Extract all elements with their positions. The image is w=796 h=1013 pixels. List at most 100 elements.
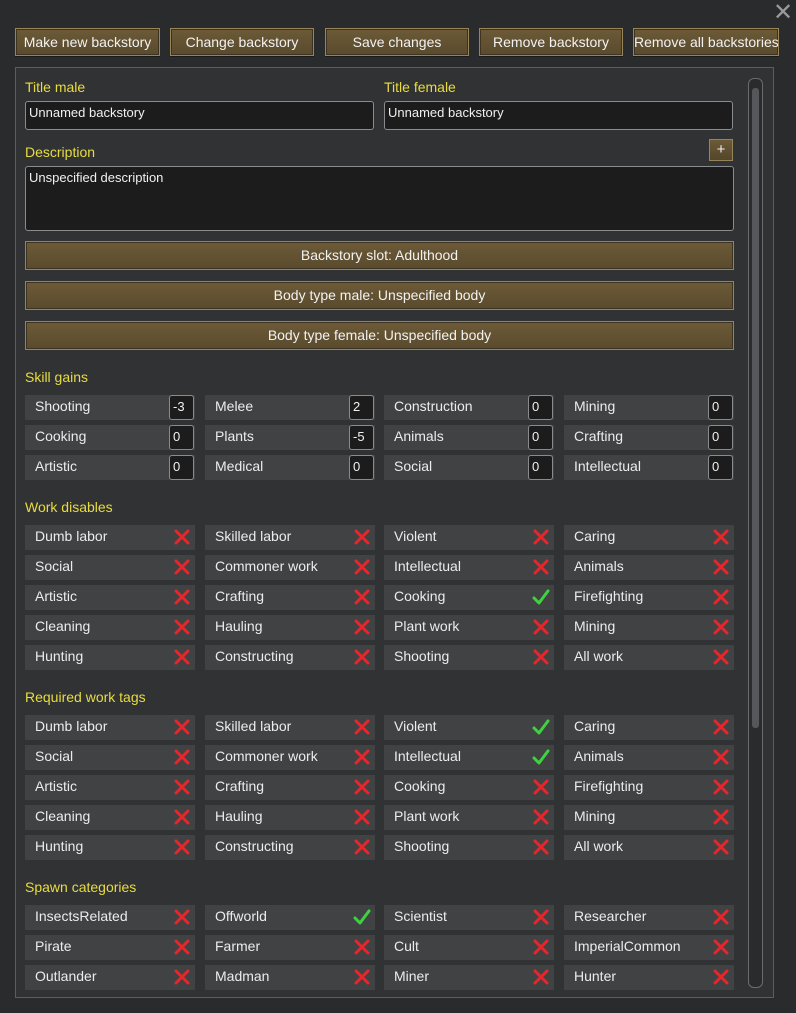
required-work-tags-toggle-social[interactable]: Social [25, 745, 195, 770]
cross-icon[interactable] [353, 968, 371, 986]
cross-icon[interactable] [353, 648, 371, 666]
spawn-categories-toggle-offworld[interactable]: Offworld [205, 905, 375, 930]
required-work-tags-toggle-animals[interactable]: Animals [564, 745, 734, 770]
cross-icon[interactable] [712, 808, 730, 826]
change-backstory-button[interactable]: Change backstory [170, 28, 314, 56]
work-disables-toggle-constructing[interactable]: Constructing [205, 645, 375, 670]
cross-icon[interactable] [173, 718, 191, 736]
required-work-tags-toggle-hauling[interactable]: Hauling [205, 805, 375, 830]
work-disables-toggle-hunting[interactable]: Hunting [25, 645, 195, 670]
cross-icon[interactable] [353, 838, 371, 856]
required-work-tags-toggle-skilled-labor[interactable]: Skilled labor [205, 715, 375, 740]
required-work-tags-toggle-crafting[interactable]: Crafting [205, 775, 375, 800]
spawn-categories-toggle-farmer[interactable]: Farmer [205, 935, 375, 960]
spawn-categories-toggle-imperialcommon[interactable]: ImperialCommon [564, 935, 734, 960]
cross-icon[interactable] [712, 778, 730, 796]
work-disables-toggle-commoner-work[interactable]: Commoner work [205, 555, 375, 580]
cross-icon[interactable] [532, 808, 550, 826]
cross-icon[interactable] [173, 908, 191, 926]
work-disables-toggle-caring[interactable]: Caring [564, 525, 734, 550]
cross-icon[interactable] [712, 528, 730, 546]
required-work-tags-toggle-all-work[interactable]: All work [564, 835, 734, 860]
work-disables-toggle-plant-work[interactable]: Plant work [384, 615, 554, 640]
cross-icon[interactable] [173, 588, 191, 606]
cross-icon[interactable] [173, 838, 191, 856]
required-work-tags-toggle-plant-work[interactable]: Plant work [384, 805, 554, 830]
scrollbar-thumb[interactable] [752, 88, 759, 728]
required-work-tags-toggle-cooking[interactable]: Cooking [384, 775, 554, 800]
cross-icon[interactable] [712, 838, 730, 856]
skill-value-input[interactable]: -3 [169, 395, 194, 420]
skill-value-input[interactable]: 0 [708, 455, 733, 480]
skill-value-input[interactable]: -5 [349, 425, 374, 450]
remove-all-backstories-button[interactable]: Remove all backstories [633, 28, 779, 56]
skill-value-input[interactable]: 0 [528, 425, 553, 450]
skill-value-input[interactable]: 2 [349, 395, 374, 420]
cross-icon[interactable] [532, 838, 550, 856]
close-icon[interactable]: ✕ [772, 1, 794, 25]
cross-icon[interactable] [353, 718, 371, 736]
cross-icon[interactable] [353, 618, 371, 636]
cross-icon[interactable] [532, 968, 550, 986]
work-disables-toggle-social[interactable]: Social [25, 555, 195, 580]
title-male-input[interactable]: Unnamed backstory [25, 101, 374, 130]
required-work-tags-toggle-mining[interactable]: Mining [564, 805, 734, 830]
work-disables-toggle-mining[interactable]: Mining [564, 615, 734, 640]
cross-icon[interactable] [532, 528, 550, 546]
required-work-tags-toggle-caring[interactable]: Caring [564, 715, 734, 740]
required-work-tags-toggle-cleaning[interactable]: Cleaning [25, 805, 195, 830]
cross-icon[interactable] [353, 778, 371, 796]
skill-value-input[interactable]: 0 [528, 395, 553, 420]
cross-icon[interactable] [532, 618, 550, 636]
scrollbar[interactable] [748, 78, 763, 988]
cross-icon[interactable] [712, 748, 730, 766]
cross-icon[interactable] [712, 718, 730, 736]
cross-icon[interactable] [173, 778, 191, 796]
required-work-tags-toggle-hunting[interactable]: Hunting [25, 835, 195, 860]
required-work-tags-toggle-commoner-work[interactable]: Commoner work [205, 745, 375, 770]
checkmark-icon[interactable] [532, 718, 550, 736]
backstory-slot-button[interactable]: Backstory slot: Adulthood [25, 241, 734, 270]
spawn-categories-toggle-madman[interactable]: Madman [205, 965, 375, 990]
cross-icon[interactable] [173, 938, 191, 956]
body-type-female-button[interactable]: Body type female: Unspecified body [25, 321, 734, 350]
cross-icon[interactable] [712, 558, 730, 576]
work-disables-toggle-violent[interactable]: Violent [384, 525, 554, 550]
cross-icon[interactable] [532, 908, 550, 926]
skill-value-input[interactable]: 0 [708, 425, 733, 450]
cross-icon[interactable] [532, 648, 550, 666]
skill-value-input[interactable]: 0 [708, 395, 733, 420]
required-work-tags-toggle-intellectual[interactable]: Intellectual [384, 745, 554, 770]
remove-backstory-button[interactable]: Remove backstory [479, 28, 623, 56]
cross-icon[interactable] [173, 808, 191, 826]
skill-value-input[interactable]: 0 [169, 455, 194, 480]
skill-value-input[interactable]: 0 [349, 455, 374, 480]
spawn-categories-toggle-miner[interactable]: Miner [384, 965, 554, 990]
title-female-input[interactable]: Unnamed backstory [384, 101, 733, 130]
spawn-categories-toggle-insectsrelated[interactable]: InsectsRelated [25, 905, 195, 930]
cross-icon[interactable] [353, 558, 371, 576]
make-new-backstory-button[interactable]: Make new backstory [15, 28, 160, 56]
work-disables-toggle-crafting[interactable]: Crafting [205, 585, 375, 610]
body-type-male-button[interactable]: Body type male: Unspecified body [25, 281, 734, 310]
required-work-tags-toggle-firefighting[interactable]: Firefighting [564, 775, 734, 800]
cross-icon[interactable] [173, 618, 191, 636]
cross-icon[interactable] [353, 588, 371, 606]
cross-icon[interactable] [712, 938, 730, 956]
work-disables-toggle-cleaning[interactable]: Cleaning [25, 615, 195, 640]
cross-icon[interactable] [353, 528, 371, 546]
spawn-categories-toggle-hunter[interactable]: Hunter [564, 965, 734, 990]
work-disables-toggle-artistic[interactable]: Artistic [25, 585, 195, 610]
cross-icon[interactable] [712, 908, 730, 926]
add-description-button[interactable]: + [709, 139, 733, 161]
work-disables-toggle-skilled-labor[interactable]: Skilled labor [205, 525, 375, 550]
cross-icon[interactable] [532, 938, 550, 956]
cross-icon[interactable] [712, 968, 730, 986]
work-disables-toggle-all-work[interactable]: All work [564, 645, 734, 670]
cross-icon[interactable] [712, 588, 730, 606]
save-changes-button[interactable]: Save changes [325, 28, 469, 56]
cross-icon[interactable] [353, 938, 371, 956]
cross-icon[interactable] [353, 748, 371, 766]
work-disables-toggle-shooting[interactable]: Shooting [384, 645, 554, 670]
spawn-categories-toggle-outlander[interactable]: Outlander [25, 965, 195, 990]
